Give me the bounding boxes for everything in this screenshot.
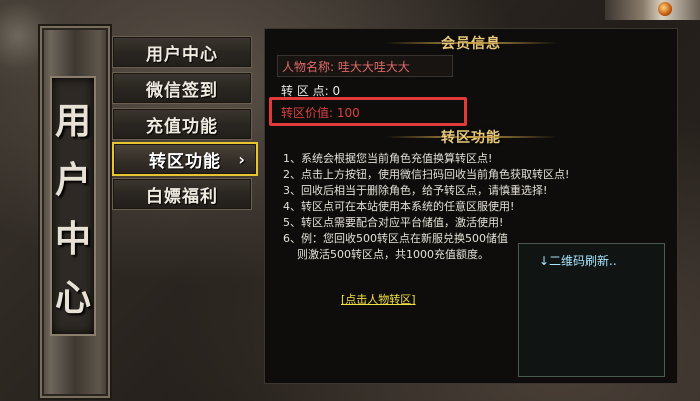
rule-line: 则激活500转区点，共1000充值额度。 bbox=[283, 248, 489, 261]
gem-icon bbox=[658, 2, 672, 16]
highlight-box bbox=[269, 97, 467, 126]
chevron-right-icon: › bbox=[238, 150, 246, 169]
rule-line: 3、回收后相当于删除角色，给予转区点，请慎重选择! bbox=[283, 184, 548, 197]
rule-line: 6、例：您回收500转区点在新服兑换500储值 bbox=[283, 232, 508, 245]
divider bbox=[467, 42, 557, 44]
member-info-header: 会员信息 bbox=[265, 33, 677, 53]
banner-title: 用 户 中 心 bbox=[50, 76, 96, 336]
menu-wechat-signin-button[interactable]: 微信签到 bbox=[112, 72, 252, 104]
banner-char: 中 bbox=[54, 217, 91, 260]
rule-line: 4、转区点可在本站使用本系统的任意区服使用! bbox=[283, 200, 515, 213]
menu-transfer-label: 转区功能 bbox=[149, 151, 221, 172]
main-panel: 会员信息 人物名称: 哇大大哇大大 转 区 点: 0 转区价值: 100 转区功… bbox=[264, 28, 678, 384]
vertical-title-banner: 用 户 中 心 bbox=[38, 24, 112, 400]
banner-char: 户 bbox=[54, 158, 91, 201]
character-name-row: 人物名称: 哇大大哇大大 bbox=[277, 55, 453, 77]
menu-free-benefits-button[interactable]: 白嫖福利 bbox=[112, 178, 252, 210]
banner-char: 用 bbox=[54, 99, 91, 142]
qr-code-box: ↓二维码刷新.. bbox=[518, 243, 665, 377]
transfer-character-link[interactable]: [点击人物转区] bbox=[341, 291, 416, 307]
banner-char: 心 bbox=[54, 276, 91, 319]
menu-transfer-button[interactable]: 转区功能 › bbox=[112, 142, 258, 176]
rule-line: 1、系统会根据您当前角色充值换算转区点! bbox=[283, 152, 493, 165]
rule-line: 2、点击上方按钮，使用微信扫码回收当前角色获取转区点! bbox=[283, 168, 570, 181]
rule-line: 5、转区点需要配合对应平台储值，激活使用! bbox=[283, 216, 504, 229]
menu-user-center-button[interactable]: 用户中心 bbox=[112, 36, 252, 68]
qr-refresh-button[interactable]: ↓二维码刷新.. bbox=[539, 252, 617, 269]
top-right-ornament bbox=[605, 0, 700, 20]
menu-recharge-button[interactable]: 充值功能 bbox=[112, 108, 252, 140]
transfer-header: 转区功能 bbox=[265, 127, 677, 147]
divider bbox=[467, 136, 557, 138]
transfer-rules: 1、系统会根据您当前角色充值换算转区点! 2、点击上方按钮，使用微信扫码回收当前… bbox=[283, 151, 570, 263]
